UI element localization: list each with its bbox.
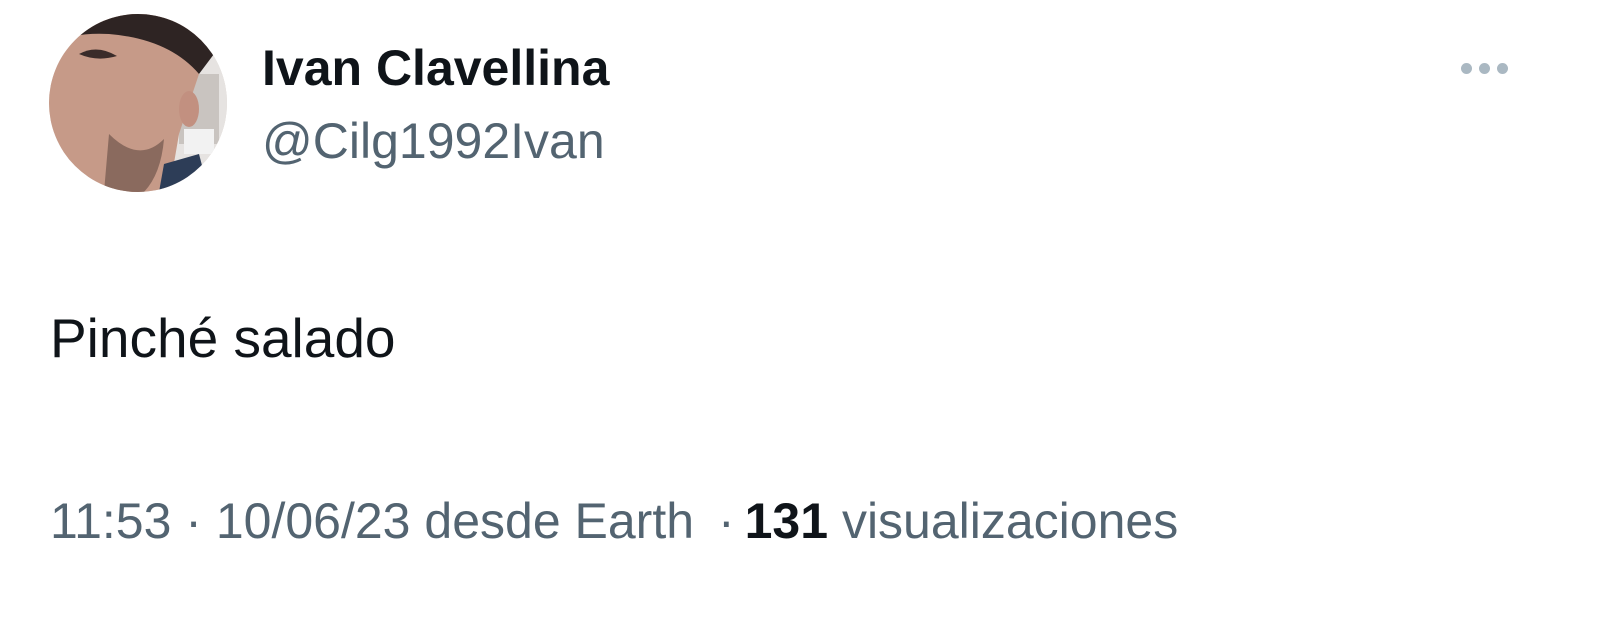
avatar[interactable] — [49, 14, 227, 192]
tweet-timestamp[interactable]: 11:53 · 10/06/23 — [50, 493, 410, 549]
more-horizontal-icon — [1478, 62, 1490, 74]
tweet-card: Ivan Clavellina @Cilg1992Ivan Pinché sal… — [0, 0, 1611, 620]
more-horizontal-icon — [1460, 62, 1472, 74]
more-options-button[interactable] — [1452, 48, 1516, 88]
author-display-name[interactable]: Ivan Clavellina — [262, 36, 609, 100]
tweet-text: Pinché salado — [50, 307, 396, 369]
avatar-photo — [49, 14, 227, 192]
tweet-source: desde Earth — [424, 493, 695, 549]
meta-separator: · — [717, 493, 735, 549]
views-label: visualizaciones — [841, 493, 1179, 549]
author-handle[interactable]: @Cilg1992Ivan — [262, 109, 605, 173]
tweet-meta: 11:53 · 10/06/23 desde Earth · 131 visual… — [50, 488, 1178, 554]
views-count: 131 — [744, 493, 829, 549]
more-horizontal-icon — [1496, 62, 1508, 74]
